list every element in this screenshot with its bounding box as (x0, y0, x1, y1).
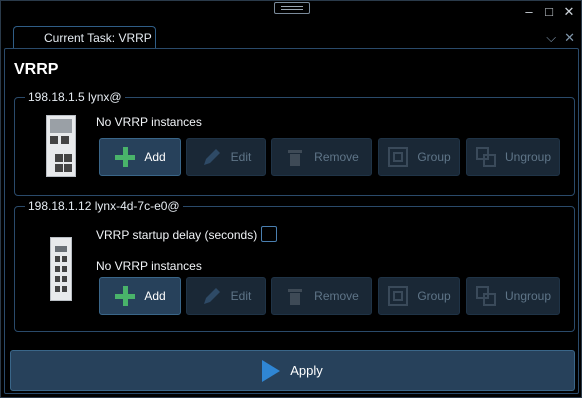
edit-button[interactable]: Edit (186, 138, 266, 176)
edit-button-label: Edit (230, 150, 252, 164)
add-button[interactable]: Add (99, 138, 181, 176)
remove-button-label: Remove (314, 289, 359, 303)
chevron-down-icon[interactable]: ⌵ (546, 30, 556, 46)
group-button-label: Group (417, 289, 451, 303)
pencil-icon (203, 288, 220, 304)
device-group-1: 198.18.1.5 lynx@ No VRRP instances Add E… (14, 90, 575, 196)
device-image (50, 237, 72, 301)
tab-close-icon[interactable]: ✕ (564, 30, 575, 46)
ungroup-button-label: Ungroup (504, 289, 552, 303)
trash-icon (288, 289, 303, 305)
ungroup-icon (475, 286, 496, 306)
apply-button-label: Apply (290, 363, 323, 378)
add-button[interactable]: Add (99, 277, 181, 315)
edit-button[interactable]: Edit (186, 277, 266, 315)
group-button[interactable]: Group (378, 138, 460, 176)
page-title: VRRP (14, 61, 59, 78)
ungroup-button-label: Ungroup (504, 150, 552, 164)
add-button-label: Add (144, 150, 166, 164)
edit-button-label: Edit (230, 289, 252, 303)
play-icon (262, 359, 281, 382)
maximize-icon[interactable]: □ (543, 5, 555, 19)
ungroup-button[interactable]: Ungroup (466, 277, 560, 315)
remove-button[interactable]: Remove (271, 277, 372, 315)
plus-icon (114, 146, 136, 168)
device-group-2: 198.18.1.12 lynx-4d-7c-e0@ VRRP startup … (14, 199, 575, 332)
trash-icon (288, 150, 303, 166)
device-header: 198.18.1.5 lynx@ (25, 90, 125, 104)
startup-delay-checkbox[interactable] (261, 226, 277, 242)
plus-icon (114, 285, 136, 307)
tab-label: Current Task: VRRP (44, 31, 152, 45)
add-button-label: Add (144, 289, 166, 303)
group-icon (388, 286, 409, 306)
drag-handle-icon[interactable] (274, 2, 310, 14)
window-controls: – □ ✕ (523, 5, 575, 19)
group-button-label: Group (417, 150, 451, 164)
device-image (46, 115, 76, 177)
task-panel: VRRP 198.18.1.5 lynx@ No VRRP instances … (4, 48, 579, 394)
startup-delay-label: VRRP startup delay (seconds) (96, 228, 258, 242)
remove-button[interactable]: Remove (271, 138, 372, 176)
group-icon (388, 147, 409, 167)
ungroup-icon (475, 147, 496, 167)
ungroup-button[interactable]: Ungroup (466, 138, 560, 176)
minimize-icon[interactable]: – (523, 5, 535, 19)
vrrp-status-text: No VRRP instances (96, 115, 202, 129)
window: – □ ✕ Current Task: VRRP ⌵ ✕ VRRP 198.18… (0, 0, 582, 398)
pencil-icon (203, 149, 220, 165)
device-header: 198.18.1.12 lynx-4d-7c-e0@ (25, 199, 183, 213)
apply-button[interactable]: Apply (10, 350, 575, 391)
tab-actions: ⌵ ✕ (546, 30, 575, 46)
close-icon[interactable]: ✕ (563, 5, 575, 19)
tab-current-task[interactable]: Current Task: VRRP (13, 26, 156, 48)
vrrp-status-text: No VRRP instances (96, 259, 202, 273)
remove-button-label: Remove (314, 150, 359, 164)
group-button[interactable]: Group (378, 277, 460, 315)
